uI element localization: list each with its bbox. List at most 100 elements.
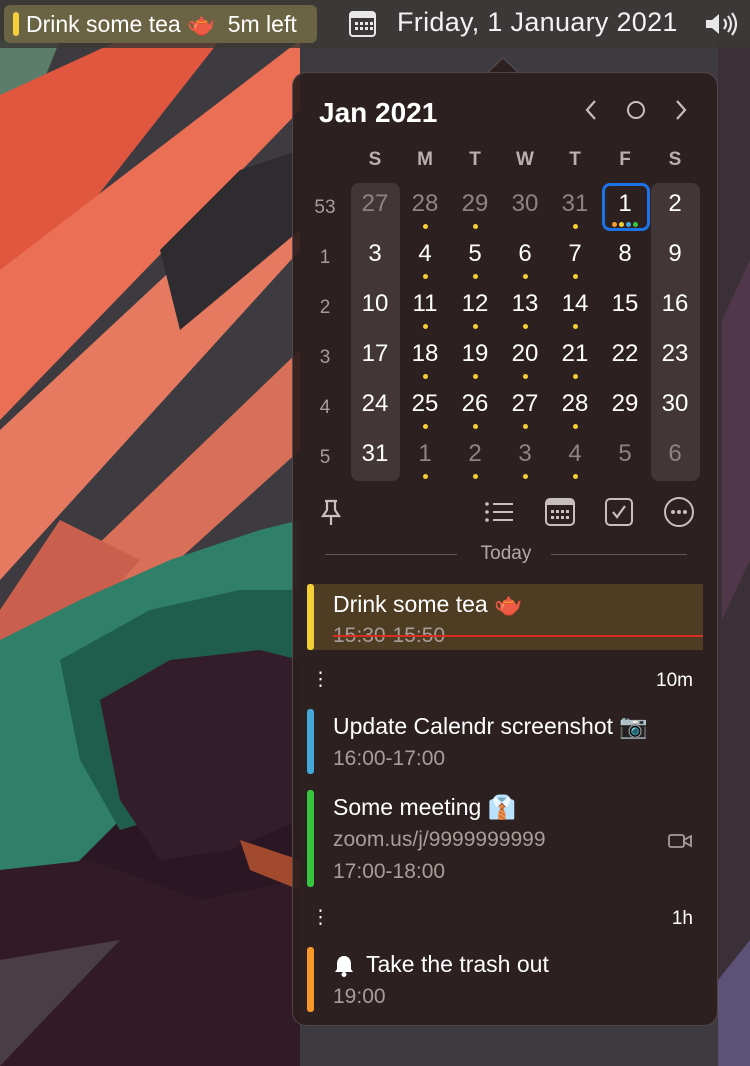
calendar-day[interactable]: 7 — [551, 240, 599, 268]
calendar-icon[interactable] — [543, 495, 577, 529]
video-camera-icon[interactable] — [667, 830, 693, 852]
gap-duration: 1h — [671, 908, 693, 929]
calendar-day[interactable]: 3 — [351, 240, 399, 268]
calendar-day[interactable]: 13 — [501, 290, 549, 318]
calendar-day[interactable]: 16 — [651, 290, 699, 318]
event-dot — [523, 424, 528, 429]
calendar-day[interactable]: 9 — [651, 240, 699, 268]
free-time-gap: ⋮ 10m — [307, 670, 703, 694]
calendar-day[interactable]: 27 — [501, 390, 549, 418]
weekday-header: S — [668, 149, 682, 170]
calendar-day[interactable]: 2 — [651, 190, 699, 218]
menu-bar: Drink some tea 🫖 5m left Friday, 1 Janua… — [0, 0, 750, 48]
event-item[interactable]: Drink some tea 🫖 15:30-15:50 — [307, 584, 703, 650]
gap-duration: 10m — [656, 670, 693, 691]
chevron-right-icon[interactable] — [666, 95, 696, 125]
weekday-header: F — [619, 149, 631, 170]
event-dot — [633, 222, 638, 227]
calendar-day[interactable]: 14 — [551, 290, 599, 318]
calendar-day[interactable]: 11 — [401, 290, 449, 318]
event-dot — [573, 424, 578, 429]
calendar-day[interactable]: 1 — [401, 440, 449, 468]
chevron-left-icon[interactable] — [576, 95, 606, 125]
calendar-day[interactable]: 8 — [601, 240, 649, 268]
bell-icon — [335, 956, 353, 977]
calendar-day[interactable]: 5 — [601, 440, 649, 468]
event-dot — [473, 374, 478, 379]
calendar-day[interactable]: 18 — [401, 340, 449, 368]
calendar-day[interactable]: 29 — [601, 390, 649, 418]
calendar-day[interactable]: 10 — [351, 290, 399, 318]
event-dot — [573, 324, 578, 329]
event-dot — [523, 374, 528, 379]
calendar-day[interactable]: 26 — [451, 390, 499, 418]
calendar-day[interactable]: 21 — [551, 340, 599, 368]
calendar-day[interactable]: 23 — [651, 340, 699, 368]
calendar-day[interactable]: 2 — [451, 440, 499, 468]
calendar-popover: Jan 2021 S M T W T F S 53 1 2 3 4 5 27 28… — [292, 72, 718, 1026]
divider — [551, 554, 687, 555]
calendar-day[interactable]: 28 — [401, 190, 449, 218]
calendar-day[interactable]: 6 — [501, 240, 549, 268]
weekend-column — [651, 183, 700, 481]
month-title: Jan 2021 — [319, 97, 438, 128]
today-circle-icon[interactable] — [621, 95, 651, 125]
event-link[interactable]: zoom.us/j/9999999999 — [333, 828, 546, 852]
calendar-day[interactable]: 17 — [351, 340, 399, 368]
event-item[interactable]: Some meeting 👔 zoom.us/j/9999999999 17:0… — [307, 790, 703, 888]
calendar-day[interactable]: 29 — [451, 190, 499, 218]
weekday-header: T — [569, 149, 581, 170]
calendar-day[interactable]: 25 — [401, 390, 449, 418]
calendar-day[interactable]: 1 — [601, 190, 649, 218]
speaker-icon[interactable] — [703, 10, 743, 38]
weekend-column — [351, 183, 400, 481]
event-dot — [423, 474, 428, 479]
vertical-dots-icon: ⋮ — [311, 669, 330, 690]
calendar-day[interactable]: 4 — [401, 240, 449, 268]
calendar-day[interactable]: 30 — [651, 390, 699, 418]
calendar-day[interactable]: 28 — [551, 390, 599, 418]
event-dot — [473, 424, 478, 429]
free-time-gap: ⋮ 1h — [307, 908, 703, 932]
menubar-event-time-left: 5m left — [227, 10, 297, 37]
event-color-bar — [13, 12, 19, 36]
event-dot — [423, 324, 428, 329]
calendar-day[interactable]: 22 — [601, 340, 649, 368]
event-title: Drink some tea 🫖 — [333, 591, 523, 617]
event-dot — [473, 224, 478, 229]
event-item[interactable]: Update Calendr screenshot 📷 16:00-17:00 — [307, 709, 703, 775]
calendar-day[interactable]: 5 — [451, 240, 499, 268]
event-dot — [473, 474, 478, 479]
weekday-header: S — [368, 149, 382, 170]
vertical-dots-icon: ⋮ — [311, 907, 330, 928]
event-item[interactable]: Take the trash out 19:00 — [307, 947, 703, 1013]
event-dot — [573, 224, 578, 229]
calendar-day[interactable]: 19 — [451, 340, 499, 368]
calendar-day[interactable]: 20 — [501, 340, 549, 368]
calendar-day[interactable]: 4 — [551, 440, 599, 468]
event-dot — [573, 274, 578, 279]
week-number: 53 — [314, 197, 336, 218]
calendar-day[interactable]: 31 — [551, 190, 599, 218]
event-dot — [423, 274, 428, 279]
menubar-next-event[interactable]: Drink some tea 🫖 5m left — [4, 5, 317, 43]
event-dot — [573, 374, 578, 379]
ellipsis-icon[interactable] — [662, 495, 696, 529]
calendar-day[interactable]: 15 — [601, 290, 649, 318]
checkbox-icon[interactable] — [602, 495, 636, 529]
event-dot — [619, 222, 624, 227]
calendar-day[interactable]: 24 — [351, 390, 399, 418]
calendar-day[interactable]: 12 — [451, 290, 499, 318]
calendar-day[interactable]: 3 — [501, 440, 549, 468]
pin-icon[interactable] — [314, 495, 348, 529]
list-icon[interactable] — [482, 495, 516, 529]
calendar-day[interactable]: 27 — [351, 190, 399, 218]
event-dot — [423, 224, 428, 229]
week-number: 2 — [319, 297, 331, 318]
calendar-day[interactable]: 31 — [351, 440, 399, 468]
weekday-header: M — [417, 149, 433, 170]
calendar-day[interactable]: 6 — [651, 440, 699, 468]
calendar-day[interactable]: 30 — [501, 190, 549, 218]
menubar-date[interactable]: Friday, 1 January 2021 — [397, 7, 678, 38]
calendar-icon[interactable] — [349, 11, 376, 37]
